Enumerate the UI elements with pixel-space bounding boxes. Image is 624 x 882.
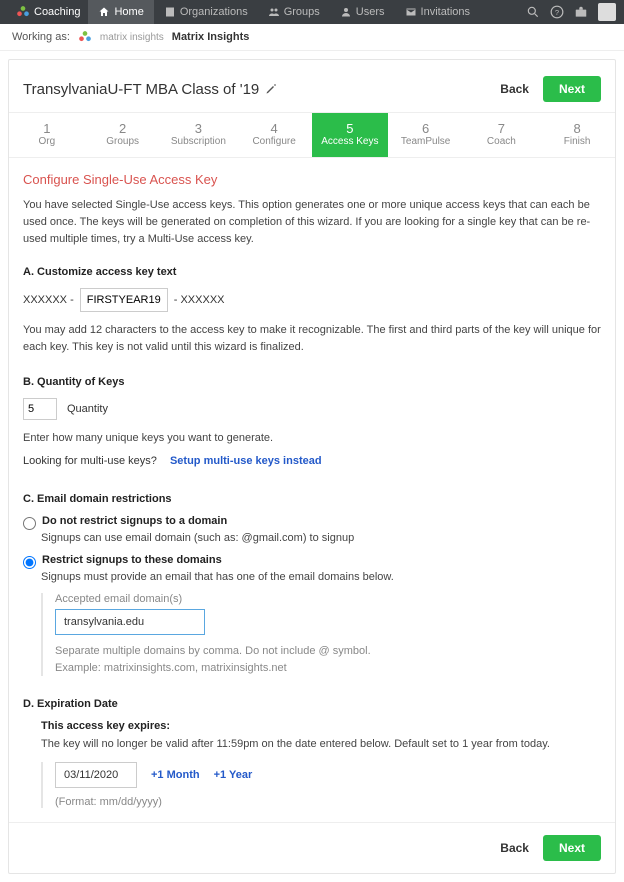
section-c-heading: C. Email domain restrictions xyxy=(23,493,601,505)
back-button[interactable]: Back xyxy=(500,82,529,96)
footer-back-button[interactable]: Back xyxy=(500,841,529,855)
card-footer: Back Next xyxy=(9,822,615,873)
toolbox-icon[interactable] xyxy=(574,5,588,19)
nav-invitations[interactable]: Invitations xyxy=(395,0,481,24)
step-org[interactable]: 1Org xyxy=(9,113,85,157)
step-configure[interactable]: 4Configure xyxy=(236,113,312,157)
building-icon xyxy=(164,6,176,18)
step-groups[interactable]: 2Groups xyxy=(85,113,161,157)
section-a-note: You may add 12 characters to the access … xyxy=(23,322,601,356)
nav-home[interactable]: Home xyxy=(88,0,153,24)
top-nav: Coaching Home Organizations Groups Users… xyxy=(0,0,624,24)
org-logo-icon xyxy=(78,30,92,44)
key-text-input[interactable] xyxy=(80,288,168,312)
step-subscription[interactable]: 3Subscription xyxy=(161,113,237,157)
mail-icon xyxy=(405,6,417,18)
quantity-row: Quantity xyxy=(23,398,601,420)
nav-home-label: Home xyxy=(114,6,143,18)
multi-use-prompt-row: Looking for multi-use keys? Setup multi-… xyxy=(23,455,601,467)
wizard-card: TransylvaniaU-FT MBA Class of '19 Back N… xyxy=(8,59,616,874)
user-avatar[interactable] xyxy=(598,3,616,21)
nav-org-label: Organizations xyxy=(180,6,248,18)
quantity-input[interactable] xyxy=(23,398,57,420)
key-suffix: - XXXXXX xyxy=(174,294,225,306)
nav-users[interactable]: Users xyxy=(330,0,395,24)
radio-restrict[interactable] xyxy=(23,556,36,569)
section-d-heading: D. Expiration Date xyxy=(23,698,601,710)
nav-inv-label: Invitations xyxy=(421,6,471,18)
section-b-heading: B. Quantity of Keys xyxy=(23,376,601,388)
groups-icon xyxy=(268,6,280,18)
plus-year-link[interactable]: +1 Year xyxy=(214,769,253,781)
nav-groups[interactable]: Groups xyxy=(258,0,330,24)
domain-box: Accepted email domain(s) Separate multip… xyxy=(41,593,601,676)
quantity-label: Quantity xyxy=(67,403,108,415)
expiration-box: +1 Month +1 Year (Format: mm/dd/yyyy) xyxy=(41,762,601,808)
app-brand[interactable]: Coaching xyxy=(8,5,88,19)
page-title: TransylvaniaU-FT MBA Class of '19 xyxy=(23,81,277,98)
radio-no-restrict[interactable] xyxy=(23,517,36,530)
radio-no-restrict-label: Do not restrict signups to a domain xyxy=(42,515,227,527)
multi-use-link[interactable]: Setup multi-use keys instead xyxy=(170,455,322,467)
domain-hint-1: Separate multiple domains by comma. Do n… xyxy=(55,643,601,660)
next-button[interactable]: Next xyxy=(543,76,601,102)
search-icon[interactable] xyxy=(526,5,540,19)
expiration-subhead: This access key expires: xyxy=(41,720,601,732)
brand-label: Coaching xyxy=(34,6,80,18)
key-customize-row: XXXXXX - - XXXXXX xyxy=(23,288,601,312)
nav-groups-label: Groups xyxy=(284,6,320,18)
key-prefix: XXXXXX - xyxy=(23,294,74,306)
home-icon xyxy=(98,6,110,18)
multi-use-prompt: Looking for multi-use keys? xyxy=(23,455,157,467)
pencil-icon[interactable] xyxy=(265,83,277,95)
nav-organizations[interactable]: Organizations xyxy=(154,0,258,24)
step-teampulse[interactable]: 6TeamPulse xyxy=(388,113,464,157)
svg-text:?: ? xyxy=(555,8,559,17)
nav-users-label: Users xyxy=(356,6,385,18)
section-a-heading: A. Customize access key text xyxy=(23,266,601,278)
radio-restrict-label: Restrict signups to these domains xyxy=(42,554,222,566)
section-b-note: Enter how many unique keys you want to g… xyxy=(23,430,601,447)
working-as-bar: Working as: matrix insights Matrix Insig… xyxy=(0,24,624,51)
section-description: You have selected Single-Use access keys… xyxy=(23,197,601,248)
org-brand-small: matrix insights xyxy=(100,32,164,43)
card-body: Configure Single-Use Access Key You have… xyxy=(9,158,615,822)
domain-input[interactable] xyxy=(55,609,205,635)
user-icon xyxy=(340,6,352,18)
date-format-hint: (Format: mm/dd/yyyy) xyxy=(55,796,601,808)
page-title-text: TransylvaniaU-FT MBA Class of '19 xyxy=(23,81,259,98)
help-icon[interactable]: ? xyxy=(550,5,564,19)
working-as-org: Matrix Insights xyxy=(172,31,250,43)
radio-restrict-sub: Signups must provide an email that has o… xyxy=(41,571,601,583)
working-as-label: Working as: xyxy=(12,31,70,43)
plus-month-link[interactable]: +1 Month xyxy=(151,769,200,781)
step-access-keys[interactable]: 5Access Keys xyxy=(312,113,388,157)
brand-logo-icon xyxy=(16,5,30,19)
domain-hint-2: Example: matrixinsights.com, matrixinsig… xyxy=(55,660,601,677)
expiration-note: The key will no longer be valid after 11… xyxy=(41,738,601,750)
domain-field-label: Accepted email domain(s) xyxy=(55,593,601,605)
radio-no-restrict-sub: Signups can use email domain (such as: @… xyxy=(41,532,601,544)
step-finish[interactable]: 8Finish xyxy=(539,113,615,157)
card-header: TransylvaniaU-FT MBA Class of '19 Back N… xyxy=(9,60,615,112)
footer-next-button[interactable]: Next xyxy=(543,835,601,861)
expiration-date-input[interactable] xyxy=(55,762,137,788)
wizard-steps: 1Org 2Groups 3Subscription 4Configure 5A… xyxy=(9,112,615,158)
step-coach[interactable]: 7Coach xyxy=(464,113,540,157)
section-title: Configure Single-Use Access Key xyxy=(23,172,601,187)
